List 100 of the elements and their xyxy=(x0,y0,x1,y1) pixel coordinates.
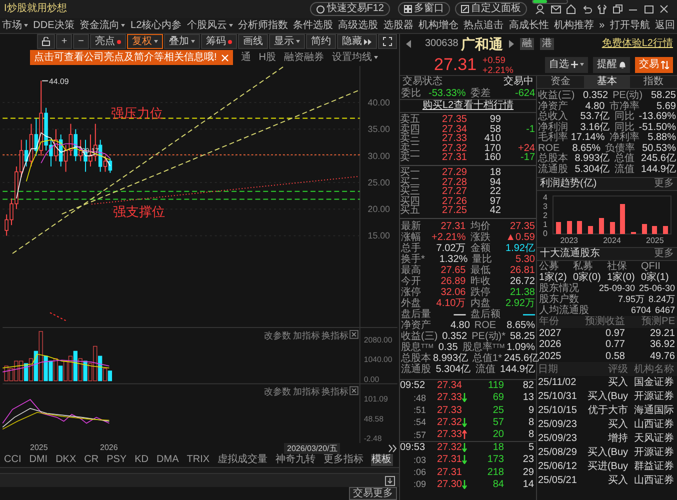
field-value: 58.25 xyxy=(650,91,676,102)
indicator-tab[interactable]: 神奇九转 xyxy=(274,454,317,466)
toolbar-button[interactable]: 筹码 xyxy=(201,34,237,50)
field-value: 0.35 xyxy=(437,342,458,353)
order-price: 27.34 xyxy=(440,124,467,134)
menu-item[interactable]: 分析师指数 xyxy=(238,20,288,32)
shirt-icon[interactable] xyxy=(597,4,607,14)
undo-icon[interactable] xyxy=(582,4,592,14)
window-icon[interactable] xyxy=(612,4,622,14)
field-value: 144.9亿 xyxy=(640,164,676,175)
toolbar-button[interactable]: 复权 xyxy=(127,34,163,50)
menu-item[interactable]: 返回 xyxy=(654,20,675,32)
indicator-tab[interactable]: 虚拟成交量 xyxy=(216,454,269,466)
indicator-tab[interactable]: CR xyxy=(83,454,100,466)
table-cell-text: 买进(Buy xyxy=(586,460,628,472)
stock-tag: 港 xyxy=(540,38,554,50)
menu-item[interactable]: 高成长性 xyxy=(508,20,549,32)
info-tab[interactable]: 指数 xyxy=(630,76,677,88)
double-arrow-icon[interactable] xyxy=(388,444,397,453)
toolbar-button[interactable]: 叠加 xyxy=(164,34,200,50)
more-link[interactable]: 更多 xyxy=(654,248,674,260)
chart-tab[interactable]: 通 xyxy=(240,52,251,64)
panel-action[interactable]: 加指标 xyxy=(292,330,320,340)
menu-item[interactable]: » xyxy=(599,20,605,32)
menu-item[interactable]: 机构增仓 xyxy=(418,20,459,32)
toolbar-button[interactable]: + xyxy=(56,34,72,50)
panel-action[interactable]: 换指标 xyxy=(321,330,348,340)
menu-item[interactable]: 选股器 xyxy=(383,20,414,32)
panel-action[interactable]: 换指标 xyxy=(321,386,348,396)
menu-item[interactable]: 机构推荐 xyxy=(554,20,594,32)
download-icon[interactable] xyxy=(385,476,395,486)
toolbar-button[interactable]: 亮点 xyxy=(90,34,126,50)
close-icon[interactable] xyxy=(350,386,358,395)
menu-item[interactable]: 高级选股 xyxy=(338,20,378,32)
lock-button[interactable] xyxy=(37,34,56,50)
multi-window-button[interactable]: 多窗口 xyxy=(398,2,450,16)
home-icon[interactable] xyxy=(566,4,576,14)
caret-icon xyxy=(24,24,28,27)
toolbar-button[interactable]: − xyxy=(73,34,89,50)
maximize-icon[interactable] xyxy=(644,4,654,14)
indicator-tab[interactable]: PSY xyxy=(106,454,128,466)
toolbar-button[interactable]: 简约 xyxy=(306,34,336,50)
profit-bar xyxy=(577,221,582,234)
right-arrow-icon[interactable] xyxy=(508,40,514,48)
field-value: 3.16亿 xyxy=(579,122,610,133)
field-value: -53.33% xyxy=(428,88,466,100)
indicator-tab[interactable]: DMA xyxy=(156,454,180,466)
caret-icon xyxy=(121,24,126,27)
profit-bar xyxy=(642,224,647,234)
menu-item[interactable]: DDE决策 xyxy=(33,20,74,32)
field-value: 26.89 xyxy=(440,276,466,287)
custom-panel-button[interactable]: 自定义面板 xyxy=(455,2,527,16)
trade-button[interactable]: 交易 xyxy=(635,56,673,72)
panel-action[interactable]: 加指标 xyxy=(292,386,320,396)
mail-icon[interactable] xyxy=(550,4,560,14)
watchlist-button[interactable]: 自选 xyxy=(545,56,588,72)
close-icon[interactable] xyxy=(659,4,669,14)
toolbar-button[interactable]: 隐藏 xyxy=(337,34,377,50)
chart-tab[interactable]: H股 xyxy=(258,52,276,64)
field-label: 市净率 xyxy=(609,102,640,112)
more-link[interactable]: 更多 xyxy=(654,178,674,190)
left-arrow-icon[interactable] xyxy=(406,40,411,48)
field-value: 8.993亿 xyxy=(574,154,610,164)
l2-link[interactable]: 免费体验L2行情 xyxy=(602,38,673,50)
info-tab[interactable]: 资金 xyxy=(537,76,584,88)
indicator-tab[interactable]: KD xyxy=(134,454,150,466)
table-cell-text: 买入(Buy xyxy=(586,446,628,458)
fullscreen-button[interactable] xyxy=(378,34,397,50)
menu-item[interactable]: 市场 xyxy=(2,20,28,32)
indicator-tab[interactable]: CCI xyxy=(3,454,22,466)
menu-item[interactable]: L2核心内参 xyxy=(130,20,182,32)
trade-more-button[interactable]: 交易更多 xyxy=(349,487,397,500)
field-value: 6704 xyxy=(630,305,651,316)
toolbar-button[interactable]: 显示 xyxy=(269,34,305,50)
panel-action[interactable]: 改参数 xyxy=(264,330,292,340)
user-icon[interactable] xyxy=(535,4,545,14)
l2-purchase-link[interactable]: 购买L2查看十档行情 xyxy=(400,100,536,113)
menu-item[interactable]: 打开导航 xyxy=(610,20,650,32)
field-value: 8.65% xyxy=(571,144,601,154)
menu-item[interactable]: 热点追击 xyxy=(464,20,504,32)
panel-action[interactable]: 改参数 xyxy=(264,386,292,396)
menu-item[interactable]: 个股风云 xyxy=(186,20,233,32)
indicator-tab[interactable]: 模板 xyxy=(370,454,393,466)
info-tab[interactable]: 基本 xyxy=(584,76,630,88)
toolbar-button[interactable]: 画线 xyxy=(238,34,268,50)
indicator-tab[interactable]: DMI xyxy=(28,454,49,466)
indicator-tab[interactable]: DKX xyxy=(54,454,78,466)
menu-item[interactable]: 条件选股 xyxy=(293,20,334,32)
tick-count: 29 xyxy=(522,466,534,478)
alert-button[interactable]: 提醒 xyxy=(593,56,630,72)
menu-item[interactable]: 资金流向 xyxy=(79,20,126,32)
holder-count: 0家(0) xyxy=(573,272,602,283)
close-icon[interactable] xyxy=(350,330,358,338)
chart-tab[interactable]: 融资融券 xyxy=(284,52,324,64)
indicator-tab[interactable]: 更多指标 xyxy=(322,454,365,466)
field-label: 最新 xyxy=(401,220,421,232)
indicator-tab[interactable]: TRIX xyxy=(186,454,211,466)
chart-tab[interactable]: 设置均线 xyxy=(332,52,378,64)
quick-trade-button[interactable]: 快速交易F12 xyxy=(310,2,390,16)
field-label: 同比 xyxy=(613,112,634,122)
